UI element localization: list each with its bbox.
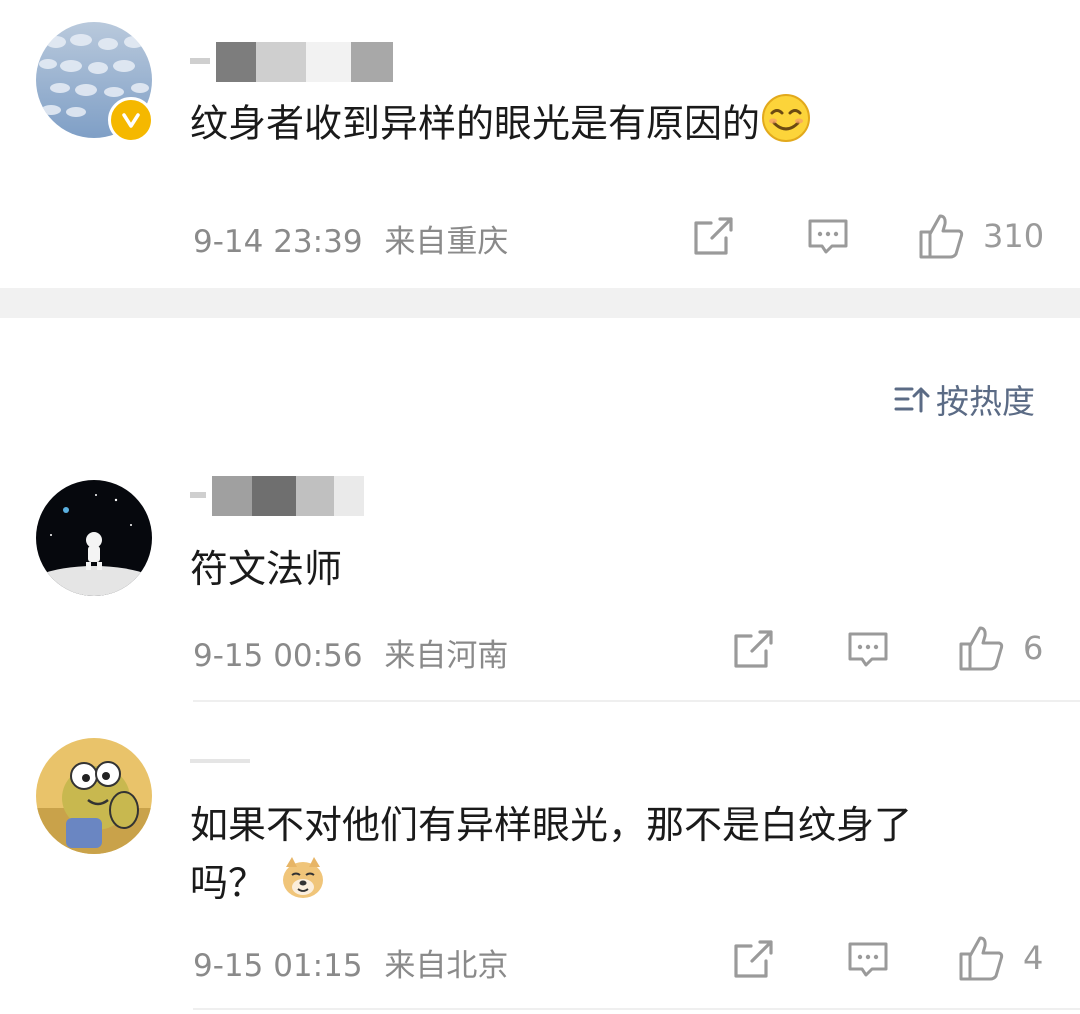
thumbs-up-icon [919,214,964,259]
reply-button[interactable] [845,627,891,673]
comment-icon [848,942,888,977]
like-button[interactable]: 310 [915,210,1044,262]
share-icon [694,217,733,255]
like-button[interactable]: 4 [955,932,1043,984]
username-obscured[interactable] [190,474,364,516]
comment-meta: 9-15 00:56 来自河南 [193,630,508,675]
location: 来自重庆 [384,224,509,260]
thumbs-up-icon [959,936,1004,981]
share-button[interactable] [690,214,736,260]
divider [193,700,1080,702]
like-button[interactable]: 6 [955,622,1043,674]
comment-text: 纹身者收到异样的眼光是有原因的 [190,92,812,160]
username-obscured[interactable] [190,740,250,782]
like-count: 310 [983,217,1045,255]
share-button[interactable] [730,937,776,983]
sort-icon [894,387,930,413]
reply-button[interactable] [805,214,851,260]
comment-icon [808,219,848,254]
avatar[interactable] [36,480,152,596]
divider [193,1008,1080,1010]
share-icon [734,630,773,668]
like-count: 4 [1023,939,1044,977]
sort-label: 按热度 [936,382,1035,421]
avatar[interactable] [36,738,152,854]
verified-badge-icon [108,97,154,143]
location: 来自河南 [384,638,509,674]
like-count: 6 [1023,629,1044,667]
comment-text-line: 如果不对他们有异样眼光，那不是白纹身了 [190,803,913,847]
comment-text: 符文法师 [190,547,343,591]
comment-icon [848,632,888,667]
share-icon [734,940,773,978]
sort-by-hot-button[interactable]: 按热度 [894,375,1035,423]
timestamp: 9-15 01:15 [193,948,363,984]
username-obscured[interactable] [190,40,393,82]
doge-emoji-icon [280,855,326,917]
smile-emoji-icon [760,92,812,160]
comment-meta: 9-15 01:15 来自北京 [193,940,508,985]
timestamp: 9-14 23:39 [193,224,363,260]
section-separator [0,288,1080,318]
thumbs-up-icon [959,626,1004,671]
timestamp: 9-15 00:56 [193,638,363,674]
share-button[interactable] [730,627,776,673]
reply-button[interactable] [845,937,891,983]
comment-meta: 9-14 23:39 来自重庆 [193,216,508,261]
location: 来自北京 [384,948,509,984]
comment-text-line: 吗？ [190,861,267,905]
comment-text: 如果不对他们有异样眼光，那不是白纹身了 吗？ [190,796,912,917]
